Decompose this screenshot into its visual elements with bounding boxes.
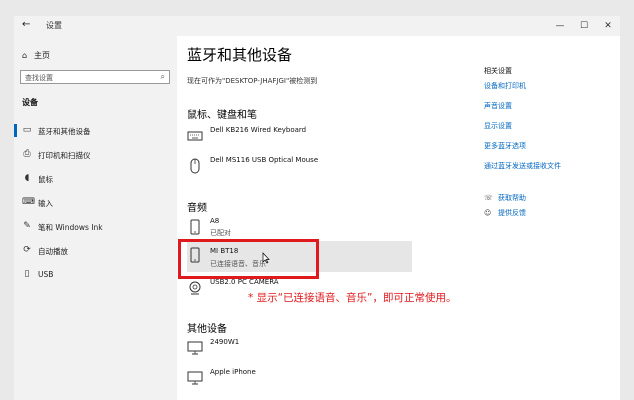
sidebar-item-label: 打印机和扫描仪 [38, 151, 91, 160]
link-display-settings[interactable]: 显示设置 [484, 121, 512, 131]
camera-icon [189, 281, 201, 295]
sidebar-home[interactable]: ⌂ 主页 [22, 50, 50, 61]
get-help-link[interactable]: ☏ 获取帮助 [484, 193, 526, 203]
sidebar-item-typing[interactable]: ⌨ 输入 [14, 194, 177, 212]
keyboard-icon [187, 131, 203, 141]
device-name: A8 [210, 217, 220, 225]
link-sound-settings[interactable]: 声音设置 [484, 101, 512, 111]
printer-icon: ⎙ [23, 149, 31, 159]
feedback-icon: ☺ [484, 209, 492, 217]
feedback-link[interactable]: ☺ 提供反馈 [484, 208, 526, 218]
section-input-devices: 鼠标、键盘和笔 [187, 110, 257, 121]
link-bluetooth-file-transfer[interactable]: 通过蓝牙发送或接收文件 [484, 161, 561, 171]
help-label: 获取帮助 [498, 194, 526, 202]
section-audio: 音频 [187, 203, 207, 214]
annotation-note: * 显示“已连接语音、音乐”，即可正常使用。 [248, 292, 457, 304]
monitor-icon [187, 371, 203, 385]
highlight-box [178, 239, 319, 279]
autoplay-icon: ⟳ [23, 245, 31, 255]
back-arrow-icon[interactable]: ← [22, 19, 30, 30]
device-mouse[interactable]: Dell MS116 USB Optical Mouse [187, 154, 412, 184]
device-iphone[interactable]: Apple iPhone [187, 366, 412, 396]
sidebar-item-pen[interactable]: ✎ 笔和 Windows Ink [14, 218, 177, 236]
keyboard-icon: ⌨ [22, 197, 35, 207]
usb-icon: ▯ [24, 269, 30, 279]
device-name: Apple iPhone [210, 368, 256, 376]
sidebar-item-label: 自动播放 [38, 247, 68, 256]
device-name: 2490W1 [210, 338, 240, 346]
monitor-icon [187, 341, 203, 355]
device-name: USB2.0 PC CAMERA [210, 278, 279, 286]
bluetooth-devices-icon: ▭ [22, 125, 32, 135]
device-keyboard[interactable]: Dell KB216 Wired Keyboard [187, 124, 412, 154]
sidebar-item-autoplay[interactable]: ⟳ 自动播放 [14, 242, 177, 260]
sidebar-item-label: 鼠标 [38, 175, 53, 184]
sidebar-item-usb[interactable]: ▯ USB [14, 266, 177, 284]
search-input[interactable]: 查找设置 ⌕ [20, 70, 170, 84]
sidebar-item-printers[interactable]: ⎙ 打印机和扫描仪 [14, 146, 177, 164]
device-name: Dell KB216 Wired Keyboard [210, 126, 307, 134]
device-name: Dell MS116 USB Optical Mouse [210, 156, 319, 164]
device-monitor[interactable]: 2490W1 [187, 336, 412, 366]
link-more-bluetooth[interactable]: 更多蓝牙选项 [484, 141, 526, 151]
home-label: 主页 [34, 51, 50, 60]
feedback-label: 提供反馈 [498, 209, 526, 217]
phone-icon [190, 219, 200, 235]
sidebar-item-label: 输入 [38, 199, 53, 208]
home-icon: ⌂ [22, 51, 28, 60]
search-icon: ⌕ [160, 72, 165, 81]
sidebar-item-label: 笔和 Windows Ink [38, 223, 103, 232]
help-icon: ☏ [484, 194, 493, 202]
sidebar: ⌂ 主页 查找设置 ⌕ 设备 ▭ 蓝牙和其他设备 ⎙ 打印机和扫描仪 ◖ 鼠标 ⌨… [14, 36, 177, 400]
window-title: 设置 [46, 21, 62, 30]
pen-icon: ✎ [23, 221, 31, 231]
close-button[interactable]: ✕ [594, 18, 622, 34]
sidebar-item-mouse[interactable]: ◖ 鼠标 [14, 170, 177, 188]
sidebar-item-label: 蓝牙和其他设备 [38, 127, 91, 136]
page-title: 蓝牙和其他设备 [187, 46, 293, 64]
section-other-devices: 其他设备 [187, 324, 227, 335]
link-devices-printers[interactable]: 设备和打印机 [484, 81, 526, 91]
sidebar-section-heading: 设备 [22, 98, 38, 107]
title-bar: ← 设置 — ☐ ✕ [14, 16, 620, 36]
sidebar-item-label: USB [38, 270, 54, 279]
mouse-pointer-icon [262, 252, 270, 264]
related-settings-heading: 相关设置 [484, 67, 512, 75]
sidebar-item-bluetooth[interactable]: ▭ 蓝牙和其他设备 [14, 122, 177, 140]
main-content: 蓝牙和其他设备 现在可作为"DESKTOP-JHAFJGI"被检测到 鼠标、键盘… [177, 36, 620, 400]
mouse-icon: ◖ [24, 173, 30, 183]
mouse-icon [190, 158, 200, 174]
search-placeholder: 查找设置 [25, 74, 53, 82]
active-indicator [14, 124, 17, 137]
discoverable-text: 现在可作为"DESKTOP-JHAFJGI"被检测到 [187, 77, 318, 85]
device-status: 已配对 [210, 229, 231, 237]
